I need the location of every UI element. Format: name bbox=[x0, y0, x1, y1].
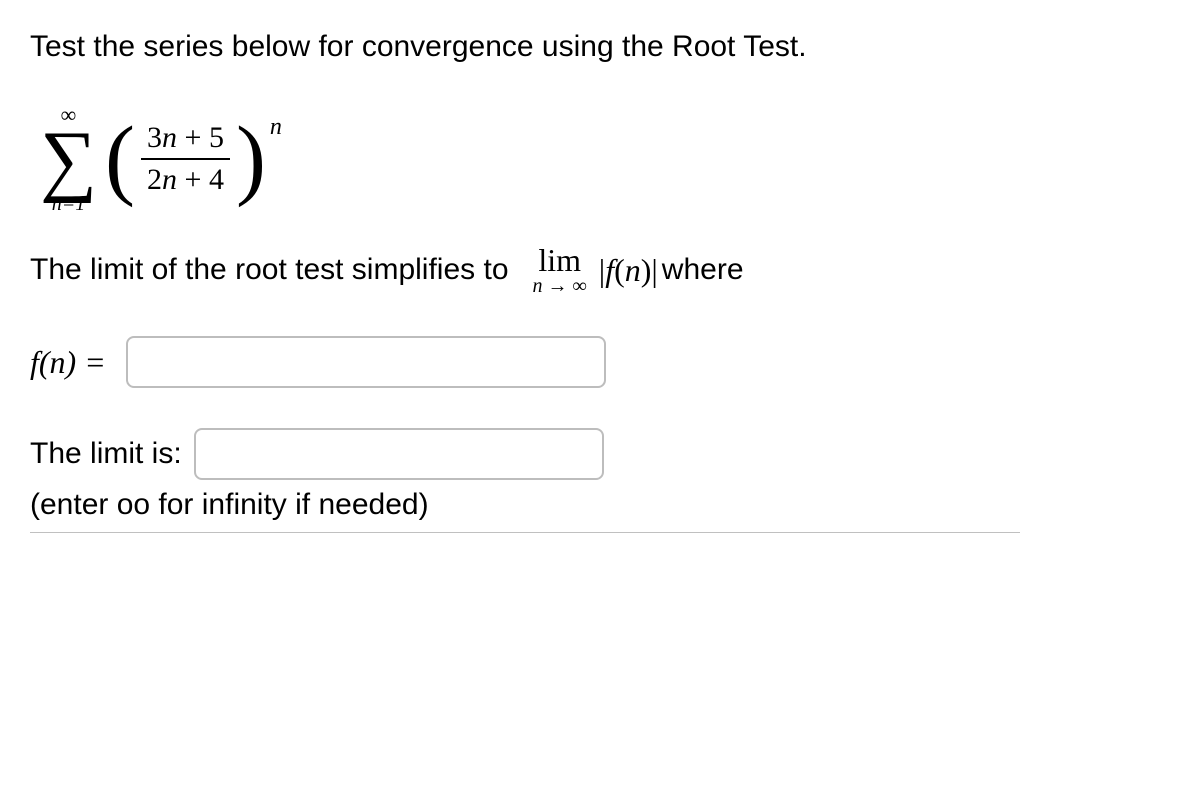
abs-fn-expression: |f(n)| bbox=[599, 252, 658, 289]
lim-var: n bbox=[533, 275, 543, 297]
num-const: 5 bbox=[209, 121, 224, 154]
fn-label-close: ) bbox=[66, 344, 77, 380]
fn-label-var: n bbox=[50, 344, 66, 380]
fn-paren-close: ) bbox=[641, 252, 652, 288]
fn-label-f: f bbox=[30, 344, 39, 380]
den-coef: 2 bbox=[147, 163, 162, 196]
num-var: n bbox=[162, 121, 177, 154]
numerator: 3n + 5 bbox=[141, 120, 230, 158]
series-exponent: n bbox=[270, 114, 282, 141]
fn-f: f bbox=[605, 252, 614, 288]
question-prompt: Test the series below for convergence us… bbox=[30, 30, 1170, 64]
left-paren-icon: ( bbox=[105, 123, 135, 195]
sigma-eq: = bbox=[62, 193, 76, 215]
fn-label-eq: = bbox=[76, 344, 106, 380]
sigma-lower-bound: n=1 bbox=[52, 194, 86, 214]
series-term: ( 3n + 5 2n + 4 ) n bbox=[105, 120, 282, 198]
sigma-icon: ∑ bbox=[40, 126, 97, 194]
limit-description: The limit of the root test simplifies to… bbox=[30, 244, 1170, 296]
den-var: n bbox=[162, 163, 177, 196]
right-paren-icon: ) bbox=[236, 123, 266, 195]
lim-label: lim bbox=[538, 244, 581, 276]
num-plus: + bbox=[177, 121, 209, 154]
lim-block: lim n → ∞ bbox=[533, 244, 587, 296]
lim-subscript: n → ∞ bbox=[533, 276, 587, 296]
num-coef: 3 bbox=[147, 121, 162, 154]
sigma-block: ∞ ∑ n=1 bbox=[40, 104, 97, 214]
den-plus: + bbox=[177, 163, 209, 196]
fn-input[interactable] bbox=[126, 336, 606, 388]
limit-text-before: The limit of the root test simplifies to bbox=[30, 253, 509, 287]
sigma-var: n bbox=[52, 193, 62, 215]
fn-label-open: ( bbox=[39, 344, 50, 380]
arrow-icon: → bbox=[543, 275, 573, 297]
limit-is-label: The limit is: bbox=[30, 437, 182, 471]
fn-paren-open: ( bbox=[614, 252, 625, 288]
input-hint: (enter oo for infinity if needed) bbox=[30, 488, 1170, 522]
limit-text-after: where bbox=[662, 253, 744, 287]
denominator: 2n + 4 bbox=[141, 158, 230, 198]
fn-label: f(n) = bbox=[30, 344, 106, 381]
den-const: 4 bbox=[209, 163, 224, 196]
separator bbox=[30, 532, 1020, 533]
abs-bar-right: | bbox=[651, 252, 657, 288]
fn-var: n bbox=[625, 252, 641, 288]
series-expression: ∞ ∑ n=1 ( 3n + 5 2n + 4 ) n bbox=[40, 104, 282, 214]
fn-input-row: f(n) = bbox=[30, 336, 1170, 388]
limit-input[interactable] bbox=[194, 428, 604, 480]
sigma-start: 1 bbox=[75, 193, 85, 215]
limit-input-row: The limit is: bbox=[30, 428, 1170, 480]
fraction: 3n + 5 2n + 4 bbox=[141, 120, 230, 198]
infinity-icon: ∞ bbox=[573, 275, 587, 297]
